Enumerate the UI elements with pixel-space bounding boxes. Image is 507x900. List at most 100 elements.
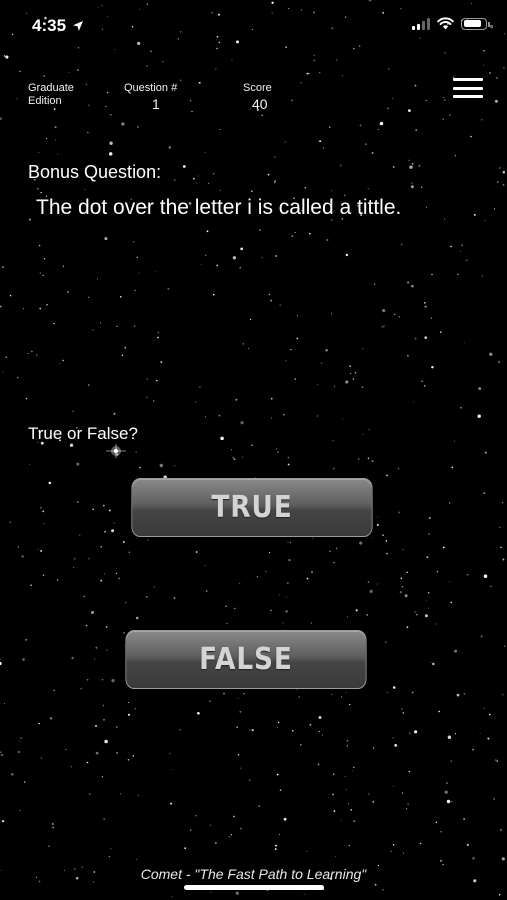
- star: [484, 451, 487, 454]
- star: [275, 255, 278, 257]
- star: [199, 386, 201, 388]
- star: [103, 818, 106, 821]
- star: [9, 521, 11, 523]
- star: [382, 888, 384, 891]
- star: [96, 278, 98, 280]
- star: [303, 893, 305, 895]
- star: [331, 27, 334, 30]
- star: [146, 3, 149, 6]
- star: [236, 40, 239, 44]
- star: [326, 239, 329, 241]
- star: [242, 456, 244, 458]
- star: [484, 219, 486, 222]
- star: [342, 418, 344, 420]
- star: [411, 162, 414, 165]
- star: [240, 767, 242, 769]
- star: [104, 237, 108, 241]
- star: [195, 551, 198, 553]
- star: [197, 711, 200, 715]
- star: [92, 508, 94, 511]
- star: [414, 84, 417, 87]
- star: [454, 649, 457, 653]
- star: [401, 244, 403, 246]
- star: [259, 229, 261, 231]
- star: [282, 622, 284, 624]
- star: [109, 141, 113, 145]
- star: [101, 5, 103, 7]
- star: [90, 610, 95, 615]
- star: [62, 359, 64, 362]
- star: [489, 352, 493, 356]
- star: [427, 591, 430, 594]
- battery-level: [463, 20, 482, 27]
- hamburger-menu-icon[interactable]: [453, 78, 483, 98]
- star: [65, 749, 67, 750]
- star: [503, 33, 505, 35]
- star: [321, 734, 323, 736]
- star: [348, 803, 350, 805]
- star: [290, 348, 292, 351]
- star: [87, 384, 90, 386]
- star: [103, 718, 105, 721]
- star: [440, 831, 442, 833]
- star: [269, 552, 271, 554]
- star: [340, 820, 342, 822]
- star: [353, 47, 355, 50]
- true-button[interactable]: TRUE: [131, 478, 373, 537]
- star: [397, 468, 399, 470]
- star: [432, 662, 435, 666]
- star: [0, 751, 2, 754]
- star: [210, 891, 212, 893]
- star: [283, 817, 287, 821]
- star: [482, 64, 485, 66]
- false-button[interactable]: FALSE: [125, 630, 367, 689]
- star: [371, 152, 374, 154]
- star: [261, 257, 263, 259]
- star: [390, 850, 392, 852]
- star: [483, 492, 485, 494]
- star: [401, 585, 404, 588]
- star: [392, 166, 395, 168]
- star: [406, 808, 408, 810]
- star: [308, 72, 310, 75]
- star: [116, 325, 118, 327]
- star: [205, 254, 207, 256]
- star: [296, 314, 299, 317]
- star: [212, 293, 215, 296]
- star: [17, 751, 20, 753]
- home-indicator[interactable]: [184, 885, 324, 890]
- star: [153, 339, 155, 341]
- star: [499, 167, 501, 169]
- star: [39, 506, 42, 509]
- star: [167, 287, 170, 290]
- star: [230, 834, 233, 836]
- star: [454, 155, 456, 157]
- star: [28, 218, 31, 221]
- star: [385, 641, 387, 643]
- star: [200, 263, 202, 265]
- star: [319, 71, 321, 74]
- star: [19, 809, 21, 812]
- star: [392, 844, 395, 846]
- star: [104, 739, 108, 744]
- star: [316, 415, 318, 417]
- star: [104, 530, 106, 533]
- star: [40, 549, 43, 552]
- star: [288, 7, 290, 10]
- star: [447, 735, 452, 740]
- star: [345, 789, 347, 791]
- star: [479, 732, 481, 734]
- star: [168, 146, 172, 149]
- star: [300, 9, 302, 11]
- star: [346, 739, 349, 742]
- star: [135, 616, 139, 620]
- star: [472, 856, 475, 860]
- star: [22, 658, 25, 661]
- star: [398, 316, 401, 318]
- star: [379, 121, 384, 126]
- star: [239, 710, 242, 713]
- star: [87, 131, 89, 134]
- star: [189, 99, 192, 102]
- star: [26, 12, 28, 15]
- star: [43, 522, 45, 525]
